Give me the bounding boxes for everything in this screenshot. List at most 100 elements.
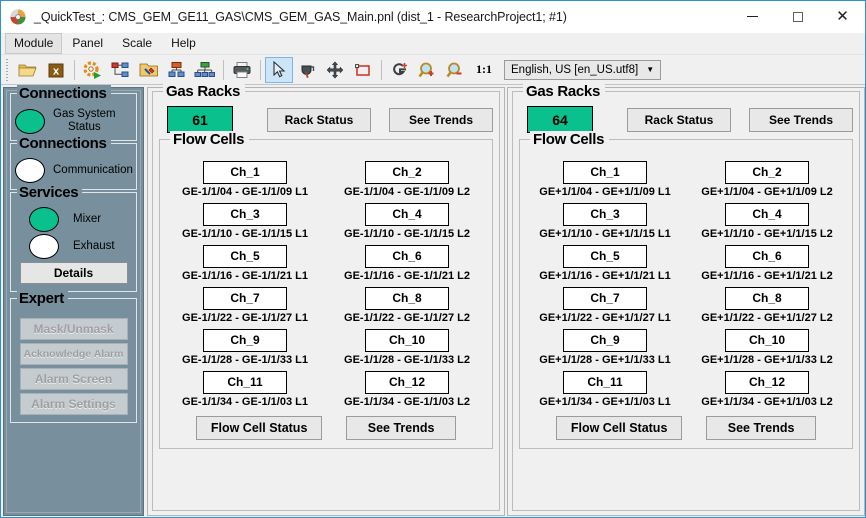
channel-button[interactable]: Ch_9	[563, 329, 647, 352]
flow-cell: Ch_8 GE+1/1/22 - GE+1/1/27 L2	[688, 282, 846, 324]
menu-item-module[interactable]: Module	[5, 33, 63, 54]
channel-range: GE-1/1/28 - GE-1/1/33 L1	[182, 354, 308, 366]
acknowledge-alarm-button[interactable]: Acknowledge Alarm	[19, 343, 128, 365]
channel-range: GE-1/1/22 - GE-1/1/27 L2	[344, 312, 470, 324]
alarm-settings-button[interactable]: Alarm Settings	[19, 393, 128, 415]
channel-button[interactable]: Ch_8	[365, 287, 449, 310]
move-button[interactable]	[321, 57, 349, 83]
channel-button[interactable]: Ch_6	[365, 245, 449, 268]
rack-status-button-right[interactable]: Rack Status	[627, 107, 731, 132]
flow-cells-title: Flow Cells	[530, 131, 610, 148]
exhaust-row[interactable]: Exhaust	[15, 234, 132, 259]
channel-range: GE-1/1/34 - GE-1/1/03 L2	[344, 396, 470, 408]
channel-range: GE-1/1/34 - GE-1/1/03 L1	[182, 396, 308, 408]
channel-button[interactable]: Ch_7	[203, 287, 287, 310]
channel-button[interactable]: Ch_5	[563, 245, 647, 268]
open-folder-icon	[18, 64, 37, 76]
gas-system-status-row[interactable]: Gas System Status	[15, 108, 132, 134]
flow-cell: Ch_9 GE-1/1/28 - GE-1/1/33 L1	[166, 324, 324, 366]
flow-cell: Ch_12 GE-1/1/34 - GE-1/1/03 L2	[328, 366, 486, 408]
channel-range: GE+1/1/10 - GE+1/1/15 L2	[701, 228, 833, 240]
start-project-button[interactable]	[79, 57, 107, 83]
flow-cell: Ch_1 GE+1/1/04 - GE+1/1/09 L1	[526, 156, 684, 198]
channel-range: GE+1/1/28 - GE+1/1/33 L2	[701, 354, 833, 366]
flow-cells-see-trends-button-right[interactable]: See Trends	[706, 416, 817, 440]
menu-item-panel[interactable]: Panel	[63, 33, 112, 54]
locale-select-value: English, US [en_US.utf8]	[511, 63, 639, 76]
zoom-in-button[interactable]	[414, 57, 442, 83]
zoom-ratio-label[interactable]: 1:1	[470, 62, 498, 77]
minimize-button[interactable]	[730, 1, 775, 32]
channel-button[interactable]: Ch_12	[365, 371, 449, 394]
communication-row[interactable]: Communication	[15, 158, 133, 183]
channel-button[interactable]: Ch_10	[365, 329, 449, 352]
channel-button[interactable]: Ch_10	[725, 329, 809, 352]
channel-button[interactable]: Ch_4	[725, 203, 809, 226]
channel-range: GE+1/1/10 - GE+1/1/15 L1	[539, 228, 671, 240]
channel-button[interactable]: Ch_3	[203, 203, 287, 226]
rack-number-right[interactable]: 64	[527, 106, 593, 133]
system-overview-button[interactable]	[163, 57, 191, 83]
print-button[interactable]	[228, 57, 256, 83]
open-folder-button[interactable]	[14, 57, 42, 83]
alarm-screen-button[interactable]: Alarm Screen	[19, 368, 128, 390]
sidebar-inner: Connections Gas System Status Connections	[6, 85, 141, 513]
flow-cells-see-trends-button-left[interactable]: See Trends	[346, 416, 457, 440]
channel-button[interactable]: Ch_2	[725, 161, 809, 184]
channel-button[interactable]: Ch_12	[725, 371, 809, 394]
para-manager-button[interactable]	[135, 57, 163, 83]
menu-item-scale[interactable]: Scale	[113, 33, 161, 54]
gas-racks-fieldset-right: Gas Racks 64 Rack Status See Trends Flow…	[512, 83, 860, 511]
paint-button[interactable]	[293, 57, 321, 83]
channel-button[interactable]: Ch_5	[203, 245, 287, 268]
maximize-button[interactable]	[775, 1, 820, 32]
flow-cells-title: Flow Cells	[170, 131, 250, 148]
channel-button[interactable]: Ch_2	[365, 161, 449, 184]
mixer-led	[29, 207, 59, 232]
channel-button[interactable]: Ch_3	[563, 203, 647, 226]
channel-button[interactable]: Ch_1	[203, 161, 287, 184]
rack-number-left[interactable]: 61	[167, 106, 233, 133]
close-button[interactable]: ✕	[820, 1, 865, 32]
application-window: _QuickTest_: CMS_GEM_GE11_GAS\CMS_GEM_GA…	[0, 0, 866, 518]
flow-cell-status-button-left[interactable]: Flow Cell Status	[195, 416, 323, 440]
channel-button[interactable]: Ch_6	[725, 245, 809, 268]
graphics-button[interactable]	[386, 57, 414, 83]
channel-button[interactable]: Ch_8	[725, 287, 809, 310]
console-button[interactable]	[107, 57, 135, 83]
move-icon	[326, 61, 344, 78]
toolbar-grip[interactable]	[5, 58, 11, 81]
channel-button[interactable]: Ch_7	[563, 287, 647, 310]
locale-select[interactable]: English, US [en_US.utf8] ▼	[504, 59, 662, 80]
mixer-row[interactable]: Mixer	[15, 207, 132, 232]
see-trends-button-left[interactable]: See Trends	[389, 107, 493, 132]
channel-button[interactable]: Ch_9	[203, 329, 287, 352]
channel-range: GE+1/1/04 - GE+1/1/09 L1	[539, 186, 671, 198]
close-panel-button[interactable]: x	[42, 57, 70, 83]
flow-cell-status-button-right[interactable]: Flow Cell Status	[555, 416, 683, 440]
close-panel-icon: x	[48, 63, 64, 77]
channel-button[interactable]: Ch_1	[563, 161, 647, 184]
distributed-systems-button[interactable]	[191, 57, 219, 83]
channel-button[interactable]: Ch_11	[203, 371, 287, 394]
see-trends-button-right[interactable]: See Trends	[749, 107, 853, 132]
details-button[interactable]: Details	[19, 262, 128, 284]
channel-range: GE-1/1/04 - GE-1/1/09 L1	[182, 186, 308, 198]
flow-cell: Ch_5 GE+1/1/16 - GE+1/1/21 L1	[526, 240, 684, 282]
channel-button[interactable]: Ch_11	[563, 371, 647, 394]
rectangle-button[interactable]	[349, 57, 377, 83]
menu-item-help[interactable]: Help	[162, 33, 205, 54]
zoom-out-button[interactable]	[442, 57, 470, 83]
gas-racks-panel-right: Gas Racks 64 Rack Status See Trends Flow…	[507, 83, 865, 516]
paint-icon	[301, 65, 315, 78]
flow-cell: Ch_10 GE-1/1/28 - GE-1/1/33 L2	[328, 324, 486, 366]
group-expert: Expert Mask/Unmask Acknowledge Alarm Ala…	[10, 290, 137, 423]
mask-unmask-button[interactable]: Mask/Unmask	[19, 318, 128, 340]
channel-range: GE+1/1/22 - GE+1/1/27 L1	[539, 312, 671, 324]
flow-cells-grid-left: Ch_1 GE-1/1/04 - GE-1/1/09 L1 Ch_2 GE-1/1/…	[166, 156, 486, 408]
start-project-icon	[83, 60, 101, 79]
close-icon: ✕	[836, 7, 849, 25]
channel-button[interactable]: Ch_4	[365, 203, 449, 226]
select-cursor-button[interactable]	[265, 56, 293, 83]
rack-status-button-left[interactable]: Rack Status	[267, 107, 371, 132]
